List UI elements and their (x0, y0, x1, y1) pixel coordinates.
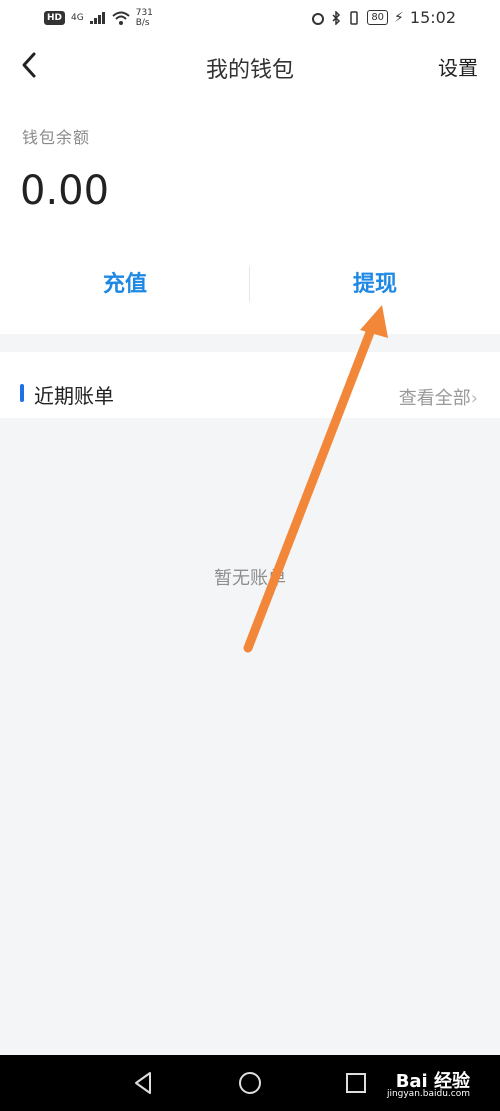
settings-button[interactable]: 设置 (438, 52, 478, 81)
hd-icon: HD (44, 11, 66, 25)
charging-icon: ⚡ (394, 9, 404, 26)
status-time: 15:02 (409, 8, 456, 27)
signal-icon: 4G (71, 13, 84, 23)
speed-unit: B/s (135, 18, 150, 28)
battery-icon: 80 (367, 10, 389, 25)
wifi-icon (112, 11, 130, 25)
vibrate-icon (350, 10, 359, 25)
view-all-label: 查看全部 (398, 388, 471, 409)
speed-value: 731 (135, 8, 153, 18)
page-title: 我的钱包 (205, 58, 294, 83)
alarm-icon (312, 12, 325, 25)
chevron-right-icon: › (470, 388, 478, 409)
section-accent-bar (20, 384, 24, 402)
signal-bars-icon (89, 12, 105, 24)
withdraw-button[interactable]: 提现 (250, 266, 500, 298)
status-bar: HD 4G 731 B/s 80 ⚡ 15:02 (0, 0, 500, 36)
wallet-actions: 充值 提现 (0, 266, 500, 306)
recharge-button[interactable]: 充值 (0, 266, 250, 298)
status-left: HD 4G 731 B/s (44, 8, 153, 28)
view-all-button[interactable]: 查看全部› (399, 384, 478, 410)
balance-value: 0.00 (20, 168, 110, 214)
nav-home-icon[interactable] (236, 1069, 264, 1097)
app-header: 我的钱包 设置 (0, 36, 500, 96)
balance-label: 钱包余额 (22, 128, 91, 147)
system-nav-bar: Bai 经验 jingyan.baidu.com (0, 1055, 500, 1111)
recent-bills-title: 近期账单 (34, 384, 114, 408)
network-speed: 731 B/s (136, 8, 153, 28)
status-right: 80 ⚡ 15:02 (311, 8, 456, 27)
watermark-domain: jingyan.baidu.com (386, 1089, 470, 1099)
recent-bills-header: 近期账单 查看全部› (0, 352, 500, 418)
wallet-card: 钱包余额 0.00 充值 提现 (0, 96, 500, 334)
nav-recents-icon[interactable] (342, 1069, 370, 1097)
empty-bills-text: 暂无账单 (214, 568, 286, 589)
bluetooth-icon (332, 10, 341, 25)
nav-back-icon[interactable] (130, 1069, 158, 1097)
